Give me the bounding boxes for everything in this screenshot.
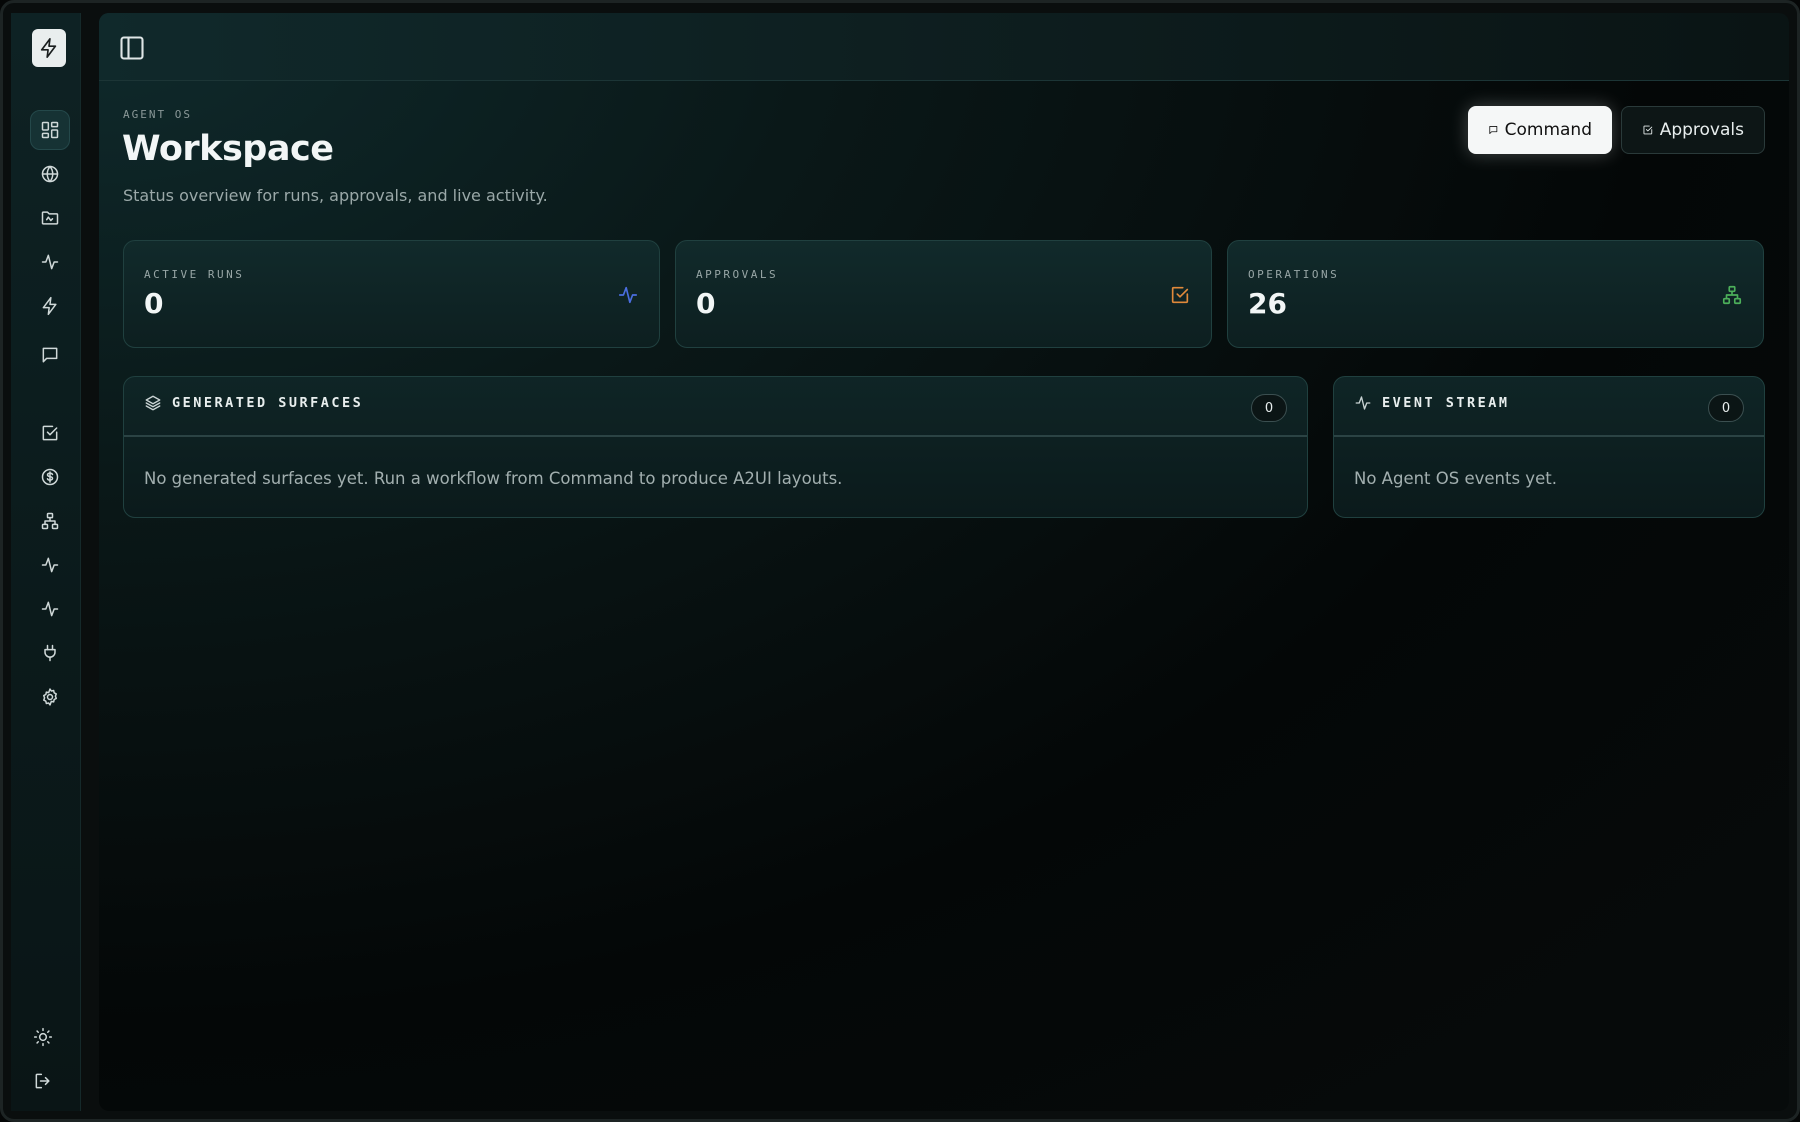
network-icon [41, 512, 59, 530]
stat-card-operations: OPERATIONS 26 [1227, 240, 1764, 348]
theme-toggle[interactable] [28, 1022, 58, 1052]
sidebar-item-operations[interactable] [30, 501, 70, 541]
panel-title: GENERATED SURFACES [172, 395, 364, 411]
stat-label: ACTIVE RUNS [144, 268, 245, 281]
plug-icon [44, 644, 56, 662]
network-icon [1721, 284, 1743, 306]
sun-icon [33, 1027, 53, 1047]
sidebar-item-messages[interactable] [30, 335, 70, 375]
sidebar-item-integrations[interactable] [30, 633, 70, 673]
count-badge: 0 [1708, 394, 1744, 422]
check-square-icon [1643, 125, 1653, 135]
command-button-label: Command [1504, 120, 1592, 140]
activity-icon [617, 284, 639, 306]
page-subtitle: Status overview for runs, approvals, and… [123, 186, 548, 205]
event-stream-panel: EVENT STREAM 0 No Agent OS events yet. [1333, 376, 1765, 518]
check-square-icon [1169, 284, 1191, 306]
sidebar-item-approvals[interactable] [30, 413, 70, 453]
panel-header: GENERATED SURFACES 0 [124, 377, 1307, 437]
bolt-icon [42, 296, 57, 316]
dollar-icon [41, 468, 59, 486]
check-square-icon [42, 425, 58, 441]
empty-state-text: No generated surfaces yet. Run a workflo… [144, 469, 843, 488]
approvals-button[interactable]: Approvals [1621, 106, 1765, 154]
main-content: AGENT OS Workspace Status overview for r… [99, 13, 1789, 1111]
folder-icon [41, 211, 59, 225]
sidebar [11, 13, 81, 1111]
sidebar-item-dashboard[interactable] [30, 110, 70, 150]
globe-icon [41, 165, 59, 183]
bolt-icon [40, 38, 57, 58]
activity-icon [1355, 396, 1371, 410]
sidebar-item-activity-3[interactable] [30, 589, 70, 629]
logout-icon [35, 1073, 50, 1089]
stat-label: APPROVALS [696, 268, 779, 281]
topbar [99, 13, 1789, 81]
dashboard-icon [41, 121, 59, 139]
message-icon [1489, 126, 1498, 134]
page-title: Workspace [122, 129, 334, 169]
app-frame: AGENT OS Workspace Status overview for r… [0, 0, 1800, 1122]
sidebar-item-activity-2[interactable] [30, 545, 70, 585]
stat-value: 26 [1248, 287, 1287, 320]
panel-header: EVENT STREAM 0 [1334, 377, 1764, 437]
command-button[interactable]: Command [1468, 106, 1612, 154]
activity-icon [41, 254, 59, 270]
stat-card-active-runs: ACTIVE RUNS 0 [123, 240, 660, 348]
stat-value: 0 [144, 287, 164, 320]
sidebar-item-activity[interactable] [30, 242, 70, 282]
message-icon [42, 347, 58, 363]
sidebar-item-billing[interactable] [30, 457, 70, 497]
sidebar-toggle-button[interactable] [117, 33, 147, 63]
generated-surfaces-panel: GENERATED SURFACES 0 No generated surfac… [123, 376, 1308, 518]
sidebar-item-folder[interactable] [30, 198, 70, 238]
activity-icon [41, 601, 59, 617]
count-badge: 0 [1251, 394, 1287, 422]
stat-card-approvals: APPROVALS 0 [675, 240, 1212, 348]
sidebar-item-globe[interactable] [30, 154, 70, 194]
page-eyebrow: AGENT OS [123, 108, 192, 121]
empty-state-text: No Agent OS events yet. [1354, 469, 1557, 488]
sidebar-item-bolt[interactable] [30, 286, 70, 326]
approvals-button-label: Approvals [1659, 120, 1744, 140]
stat-label: OPERATIONS [1248, 268, 1340, 281]
panel-left-icon [120, 36, 144, 60]
panel-title: EVENT STREAM [1382, 395, 1510, 411]
gear-icon [43, 688, 57, 706]
app-logo[interactable] [32, 29, 66, 67]
layers-icon [145, 395, 161, 411]
stat-value: 0 [696, 287, 716, 320]
activity-icon [41, 557, 59, 573]
sidebar-item-settings[interactable] [30, 677, 70, 717]
logout-button[interactable] [28, 1066, 58, 1096]
